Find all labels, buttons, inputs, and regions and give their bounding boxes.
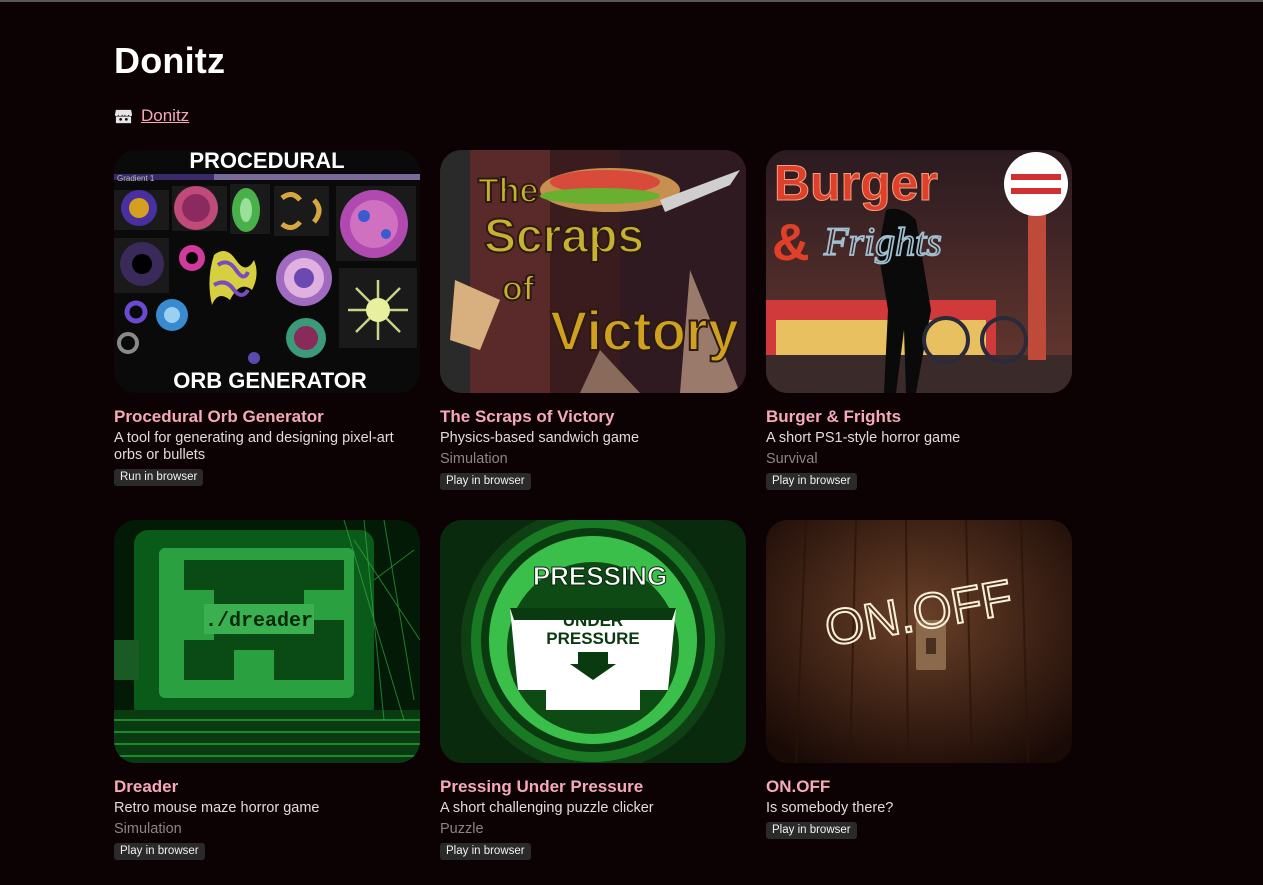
game-description: A tool for generating and designing pixe… xyxy=(114,430,394,463)
thumb-title-scraps: Scraps xyxy=(484,210,644,263)
thumb-title-the: The xyxy=(478,172,538,210)
itchio-icon xyxy=(114,109,133,123)
game-card: PRESSING UNDER PRESSURE Pressing Under P… xyxy=(440,520,746,860)
page-title: Donitz xyxy=(114,40,226,81)
platform-badge: Play in browser xyxy=(440,473,531,490)
author-row: Donitz xyxy=(114,106,189,126)
game-thumbnail-scraps-of-victory[interactable]: The Scraps of Victory xyxy=(440,150,746,393)
thumb-title-ampersand: & xyxy=(772,214,810,272)
scraps-of-victory-art: The Scraps of Victory xyxy=(440,150,746,393)
game-card: ON.OFF ON.OFF Is somebody there? Play in… xyxy=(766,520,1072,839)
orb-generator-art: Gradient 1 PROCEDURAL ORB GENERATOR xyxy=(114,150,420,393)
window-top-border xyxy=(0,0,1263,2)
thumb-small-label: Gradient 1 xyxy=(117,174,155,183)
game-card: Gradient 1 PROCEDURAL ORB GENERATOR Proc… xyxy=(114,150,420,486)
platform-badge: Play in browser xyxy=(766,473,857,490)
on-off-art: ON.OFF xyxy=(766,520,1072,763)
thumb-title-pressure: PRESSURE xyxy=(546,629,640,648)
game-genre: Simulation xyxy=(440,451,508,467)
game-genre: Simulation xyxy=(114,821,182,837)
burger-frights-art: Burger & Frights xyxy=(766,150,1072,393)
game-grid: Gradient 1 PROCEDURAL ORB GENERATOR Proc… xyxy=(114,150,1074,880)
thumb-title-pressing: PRESSING xyxy=(533,561,667,591)
game-card: The Scraps of Victory The Scraps of Vict… xyxy=(440,150,746,490)
game-description: A short PS1-style horror game xyxy=(766,430,961,446)
thumb-title-of: of xyxy=(502,270,535,308)
game-description: A short challenging puzzle clicker xyxy=(440,800,654,816)
platform-badge: Play in browser xyxy=(114,843,205,860)
dreader-art: ./dreader xyxy=(114,520,420,763)
platform-badge: Run in browser xyxy=(114,469,204,486)
game-title[interactable]: Pressing Under Pressure xyxy=(440,777,746,797)
game-title[interactable]: The Scraps of Victory xyxy=(440,407,746,427)
game-description: Is somebody there? xyxy=(766,800,894,816)
game-genre: Survival xyxy=(766,451,818,467)
platform-badge: Play in browser xyxy=(440,843,531,860)
platform-badge: Play in browser xyxy=(766,822,857,839)
author-link[interactable]: Donitz xyxy=(141,106,189,126)
thumb-title-burger: Burger xyxy=(774,155,938,211)
thumb-title-frights: Frights xyxy=(823,219,942,264)
thumb-title-bottom: ORB GENERATOR xyxy=(173,368,367,393)
game-title[interactable]: Procedural Orb Generator xyxy=(114,407,420,427)
game-title[interactable]: Burger & Frights xyxy=(766,407,1072,427)
thumb-title-dreader: ./dreader xyxy=(205,610,313,633)
game-thumbnail-on-off[interactable]: ON.OFF xyxy=(766,520,1072,763)
game-thumbnail-burger-frights[interactable]: Burger & Frights xyxy=(766,150,1072,393)
game-title[interactable]: Dreader xyxy=(114,777,420,797)
game-card: ./dreader Dreader Retro mouse maze horro… xyxy=(114,520,420,860)
game-description: Retro mouse maze horror game xyxy=(114,800,320,816)
thumb-title-victory: Victory xyxy=(550,299,739,362)
thumb-title-under: UNDER xyxy=(563,611,623,630)
game-genre: Puzzle xyxy=(440,821,484,837)
pressing-under-pressure-art: PRESSING UNDER PRESSURE xyxy=(440,520,746,763)
game-thumbnail-procedural-orb-generator[interactable]: Gradient 1 PROCEDURAL ORB GENERATOR xyxy=(114,150,420,393)
game-thumbnail-dreader[interactable]: ./dreader xyxy=(114,520,420,763)
thumb-title-top: PROCEDURAL xyxy=(189,150,344,173)
game-description: Physics-based sandwich game xyxy=(440,430,640,446)
game-card: Burger & Frights Burger & Frights A shor… xyxy=(766,150,1072,490)
game-thumbnail-pressing-under-pressure[interactable]: PRESSING UNDER PRESSURE xyxy=(440,520,746,763)
game-title[interactable]: ON.OFF xyxy=(766,777,1072,797)
